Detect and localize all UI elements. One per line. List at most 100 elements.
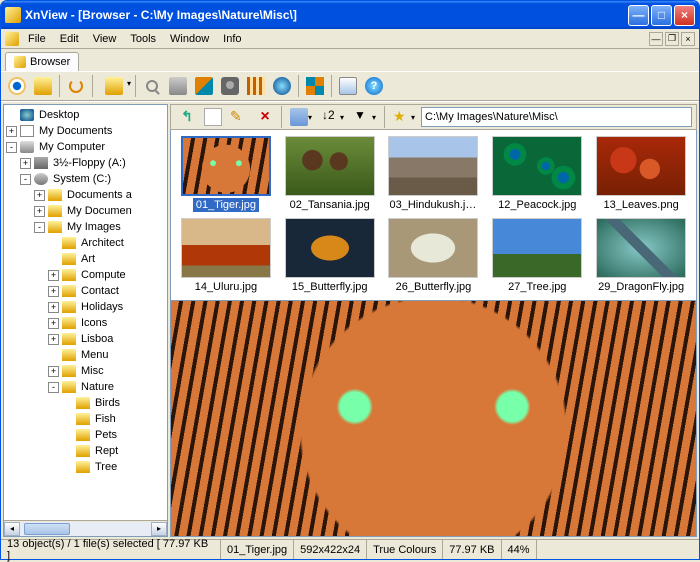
filter-button[interactable]: ▼▾ — [350, 105, 380, 129]
scroll-track[interactable] — [20, 522, 151, 536]
status-zoom: 44% — [502, 540, 537, 559]
expand-toggle[interactable]: - — [20, 174, 31, 185]
mdi-close-button[interactable]: × — [681, 32, 695, 46]
tree-node-label: Documents a — [65, 189, 134, 201]
tree-node[interactable]: -My Computer — [6, 139, 165, 155]
recent-button[interactable] — [97, 74, 131, 98]
fullscreen-button[interactable] — [5, 74, 29, 98]
help-button[interactable]: ? — [362, 74, 386, 98]
tree-node[interactable]: Fish — [6, 411, 165, 427]
tree-node[interactable]: -System (C:) — [6, 171, 165, 187]
maximize-button[interactable]: □ — [651, 5, 672, 26]
expand-toggle[interactable]: + — [20, 158, 31, 169]
web-button[interactable] — [270, 74, 294, 98]
thumbnail[interactable]: 03_Hindukush.jpg — [385, 136, 483, 212]
expand-toggle[interactable]: + — [6, 126, 17, 137]
thumbnail[interactable]: 27_Tree.jpg — [488, 218, 586, 294]
sort-button[interactable]: ↓2▾ — [318, 105, 348, 129]
up-arrow-icon: ↰ — [178, 108, 196, 126]
expand-toggle[interactable]: + — [48, 318, 59, 329]
new-button[interactable] — [201, 105, 225, 129]
tree-node[interactable]: Art — [6, 251, 165, 267]
thumbnail[interactable]: 14_Uluru.jpg — [177, 218, 275, 294]
tree-node[interactable]: +Compute — [6, 267, 165, 283]
minimize-button[interactable]: — — [628, 5, 649, 26]
preview-image — [171, 301, 696, 536]
menu-view[interactable]: View — [86, 31, 124, 47]
tree-node[interactable]: +My Documents — [6, 123, 165, 139]
tree-scrollbar[interactable]: ◂ ▸ — [4, 520, 167, 536]
up-button[interactable]: ↰ — [175, 105, 199, 129]
tree-node[interactable]: Menu — [6, 347, 165, 363]
tree-node-label: Rept — [93, 445, 120, 457]
tab-browser[interactable]: Browser — [5, 52, 79, 72]
search-button[interactable] — [140, 74, 164, 98]
slideshow-button[interactable] — [244, 74, 268, 98]
rotate-button[interactable] — [64, 74, 88, 98]
thumbnail-name: 14_Uluru.jpg — [192, 280, 260, 294]
expand-toggle[interactable]: - — [48, 382, 59, 393]
open-button[interactable] — [31, 74, 55, 98]
expand-toggle[interactable]: - — [34, 222, 45, 233]
menu-file[interactable]: File — [21, 31, 53, 47]
favorites-button[interactable]: ★▾ — [389, 105, 419, 129]
status-objects: 13 object(s) / 1 file(s) selected [ 77.9… — [1, 540, 221, 559]
expand-toggle[interactable]: + — [34, 206, 45, 217]
clipboard-button[interactable] — [336, 74, 360, 98]
tree-node[interactable]: Architect — [6, 235, 165, 251]
thumbnail[interactable]: 26_Butterfly.jpg — [385, 218, 483, 294]
view-mode-button[interactable]: ▾ — [286, 105, 316, 129]
expand-toggle[interactable]: + — [48, 270, 59, 281]
expand-toggle[interactable]: + — [34, 190, 45, 201]
scroll-right-button[interactable]: ▸ — [151, 522, 167, 536]
tree-node[interactable]: Pets — [6, 427, 165, 443]
tree-node[interactable]: +Holidays — [6, 299, 165, 315]
tree-node[interactable]: Rept — [6, 443, 165, 459]
tree-node[interactable]: +My Documen — [6, 203, 165, 219]
expand-toggle[interactable]: - — [6, 142, 17, 153]
tree-node[interactable]: -Nature — [6, 379, 165, 395]
tree-node[interactable]: +3½-Floppy (A:) — [6, 155, 165, 171]
mdi-restore-button[interactable]: ❐ — [665, 32, 679, 46]
tree-node[interactable]: +Misc — [6, 363, 165, 379]
capture-button[interactable] — [218, 74, 242, 98]
tree-node[interactable]: +Contact — [6, 283, 165, 299]
thumbnail[interactable]: 02_Tansania.jpg — [281, 136, 379, 212]
edit-button[interactable]: ✎ — [227, 105, 251, 129]
thumbnail[interactable]: 29_DragonFly.jpg — [592, 218, 690, 294]
tree-node[interactable]: +Icons — [6, 315, 165, 331]
menu-info[interactable]: Info — [216, 31, 248, 47]
options-button[interactable] — [303, 74, 327, 98]
menu-edit[interactable]: Edit — [53, 31, 86, 47]
close-button[interactable]: × — [674, 5, 695, 26]
expand-toggle[interactable]: + — [48, 334, 59, 345]
folder-icon — [76, 413, 90, 425]
delete-icon: × — [256, 108, 274, 126]
thumbnail[interactable]: 12_Peacock.jpg — [488, 136, 586, 212]
computer-icon — [20, 141, 34, 153]
tree-node-label: 3½-Floppy (A:) — [51, 157, 128, 169]
thumbnail[interactable]: 01_Tiger.jpg — [177, 136, 275, 212]
expand-toggle[interactable]: + — [48, 286, 59, 297]
tree-node[interactable]: Birds — [6, 395, 165, 411]
scroll-thumb[interactable] — [24, 523, 70, 535]
thumbnail[interactable]: 15_Butterfly.jpg — [281, 218, 379, 294]
tree-node[interactable]: Desktop — [6, 107, 165, 123]
folder-tree[interactable]: Desktop+My Documents-My Computer+3½-Flop… — [4, 105, 167, 520]
tree-node[interactable]: +Lisboa — [6, 331, 165, 347]
tree-node[interactable]: + Documents a — [6, 187, 165, 203]
delete-button[interactable]: × — [253, 105, 277, 129]
expand-toggle[interactable]: + — [48, 366, 59, 377]
tree-node[interactable]: Tree — [6, 459, 165, 475]
tree-node[interactable]: -My Images — [6, 219, 165, 235]
menu-window[interactable]: Window — [163, 31, 216, 47]
convert-button[interactable] — [192, 74, 216, 98]
mdi-minimize-button[interactable]: — — [649, 32, 663, 46]
thumbnail[interactable]: 13_Leaves.png — [592, 136, 690, 212]
print-button[interactable] — [166, 74, 190, 98]
menu-tools[interactable]: Tools — [123, 31, 163, 47]
thumbnail-name: 01_Tiger.jpg — [193, 198, 259, 212]
expand-toggle[interactable]: + — [48, 302, 59, 313]
scroll-left-button[interactable]: ◂ — [4, 522, 20, 536]
path-input[interactable] — [425, 111, 688, 123]
